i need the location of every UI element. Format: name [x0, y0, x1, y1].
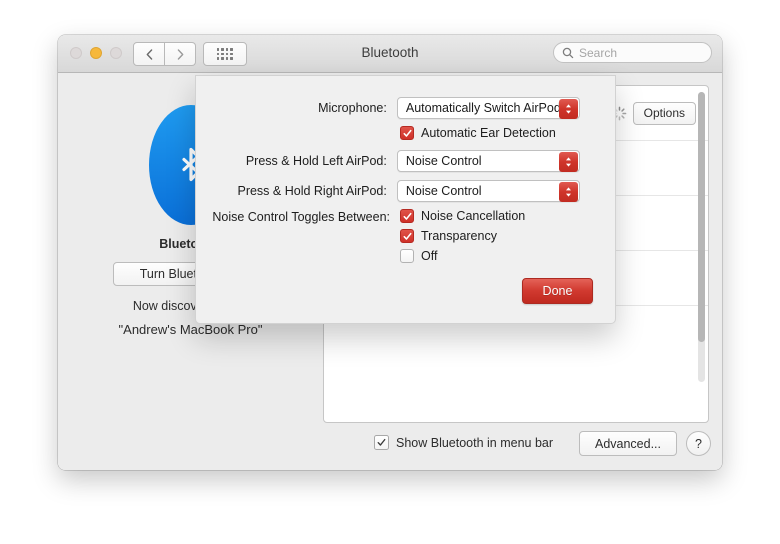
search-input[interactable] [579, 45, 699, 60]
checkbox-box-checked [400, 126, 414, 140]
chevron-updown-icon [559, 152, 578, 172]
show-all-preferences-icon [216, 48, 234, 60]
checkmark-icon [377, 438, 386, 446]
computer-name-label: "Andrew's MacBook Pro" [118, 322, 263, 337]
left-airpod-row: Press & Hold Left AirPod: Noise Control [196, 150, 580, 172]
navigation-buttons [133, 42, 196, 66]
microphone-row: Microphone: Automatically Switch AirPods [196, 97, 580, 119]
help-button[interactable]: ? [686, 431, 711, 456]
right-airpod-label: Press & Hold Right AirPod: [237, 184, 387, 198]
show-bluetooth-in-menu-bar-checkbox[interactable]: Show Bluetooth in menu bar [374, 435, 553, 450]
screenshot-root: Bluetooth Bluetooth: Turn [0, 0, 780, 544]
checkbox-box-checked [400, 209, 414, 223]
checkmark-icon [402, 129, 412, 137]
microphone-label: Microphone: [318, 101, 387, 115]
automatic-ear-detection-checkbox[interactable]: Automatic Ear Detection [400, 126, 556, 140]
left-airpod-label: Press & Hold Left AirPod: [245, 154, 387, 168]
right-airpod-row: Press & Hold Right AirPod: Noise Control [196, 180, 580, 202]
off-checkbox[interactable]: Off [400, 249, 525, 263]
left-airpod-value: Noise Control [405, 154, 482, 168]
checkbox-label: Transparency [421, 229, 497, 243]
checkbox-box [374, 435, 389, 450]
transparency-checkbox[interactable]: Transparency [400, 229, 525, 243]
chevron-left-icon [146, 48, 152, 60]
chevron-updown-icon [559, 99, 578, 119]
checkbox-label: Show Bluetooth in menu bar [396, 435, 554, 450]
checkbox-label: Off [421, 249, 438, 263]
microphone-select[interactable]: Automatically Switch AirPods [396, 97, 580, 119]
search-field[interactable] [553, 42, 712, 63]
show-all-preferences-button[interactable] [203, 42, 247, 66]
right-airpod-value: Noise Control [405, 184, 482, 198]
window-titlebar: Bluetooth [58, 35, 722, 73]
noise-toggles-label: Noise Control Toggles Between: [212, 210, 390, 224]
checkbox-label: Noise Cancellation [421, 209, 526, 223]
window-controls [70, 47, 122, 59]
chevron-right-icon [177, 48, 183, 60]
noise-cancellation-checkbox[interactable]: Noise Cancellation [400, 209, 525, 223]
minimize-button[interactable] [90, 47, 102, 59]
airpods-options-sheet: Microphone: Automatically Switch AirPods [195, 75, 616, 324]
chevron-updown-icon [559, 182, 578, 202]
scrollbar-thumb[interactable] [698, 92, 705, 342]
noise-options-group: Noise Cancellation Transparency Off [400, 209, 525, 263]
close-button[interactable] [70, 47, 82, 59]
device-list-scrollbar[interactable] [698, 92, 705, 382]
preferences-bottom-bar: Show Bluetooth in menu bar Advanced... ? [58, 423, 722, 470]
checkmark-icon [402, 232, 412, 240]
checkbox-label: Automatic Ear Detection [421, 126, 556, 140]
checkbox-box-unchecked [400, 249, 414, 263]
checkbox-box-checked [400, 229, 414, 243]
back-button[interactable] [133, 42, 165, 66]
search-icon [562, 47, 574, 58]
done-button[interactable]: Done [522, 278, 593, 304]
options-button[interactable]: Options [632, 101, 696, 125]
checkmark-icon [402, 212, 412, 220]
ear-detection-row: Automatic Ear Detection [400, 126, 556, 140]
zoom-button[interactable] [110, 47, 122, 59]
noise-toggles-label-row: Noise Control Toggles Between: [196, 210, 390, 224]
left-airpod-select[interactable]: Noise Control [396, 150, 580, 172]
microphone-value: Automatically Switch AirPods [405, 101, 568, 115]
forward-button[interactable] [165, 42, 196, 66]
advanced-button[interactable]: Advanced... [579, 431, 677, 456]
right-airpod-select[interactable]: Noise Control [396, 180, 580, 202]
